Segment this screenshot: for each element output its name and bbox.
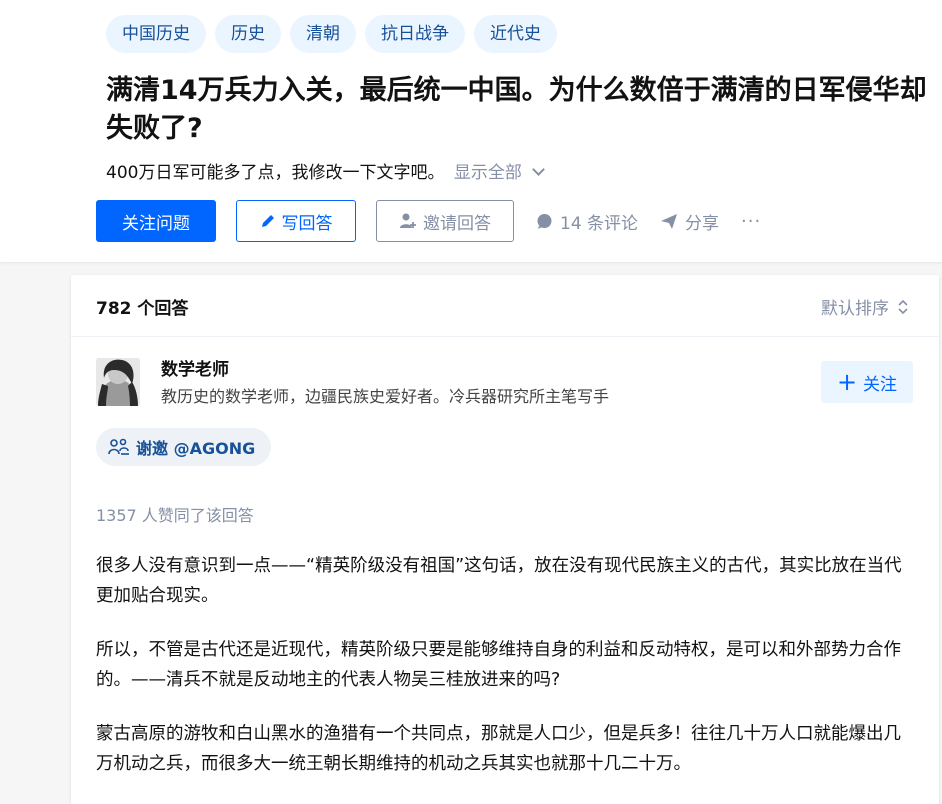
topic-tag[interactable]: 中国历史 [106,15,206,53]
show-all-label: 显示全部 [453,163,522,183]
sort-icon [898,299,908,314]
avatar[interactable] [96,358,140,406]
vote-count: 1357 人赞同了该回答 [96,506,254,525]
question-detail: 400万日军可能多了点，我修改一下文字吧。 显示全部 [106,160,545,186]
answer-paragraph: 所以，不管是古代还是近现代，精英阶级只要是能够维持自身的利益和反动特权，是可以和… [96,640,901,690]
topic-tags: 中国历史 历史 清朝 抗日战争 近代史 [106,15,557,53]
share-label: 分享 [685,213,720,234]
follow-author-label: 关注 [863,374,898,395]
pencil-icon [261,215,274,227]
question-detail-text: 400万日军可能多了点，我修改一下文字吧。 [106,163,445,183]
invite-thanks-tag[interactable]: 谢邀 @AGONG [96,428,272,466]
invite-answer-label: 邀请回答 [423,213,491,234]
write-answer-label: 写回答 [281,213,333,234]
answers-list-header: 782 个回答 默认排序 [71,275,939,337]
add-user-icon [400,213,416,228]
follow-author-button[interactable]: + 关注 [821,361,913,403]
question-title: 满清14万兵力入关，最后统一中国。为什么数倍于满清的日军侵华却失败了? [106,75,927,144]
author-name[interactable]: 数学老师 [161,355,229,380]
answer-paragraph: 很多人没有意识到一点——“精英阶级没有祖国”这句话，放在没有现代民族主义的古代，… [96,556,902,606]
answer-paragraph: 蒙古高原的游牧和白山黑水的渔猎有一个共同点，那就是人口少，但是兵多！往往几十万人… [96,724,901,774]
answer-count: 782 个回答 [96,299,189,319]
write-answer-button[interactable]: 写回答 [236,200,356,242]
comments-label: 14 条评论 [560,213,639,234]
invite-tag-label: 谢邀 @AGONG [136,439,256,458]
show-all-button[interactable]: 显示全部 [453,163,545,183]
more-button[interactable]: ··· [741,211,761,232]
invite-answer-button[interactable]: 邀请回答 [376,200,514,242]
topic-tag[interactable]: 清朝 [290,15,356,53]
chevron-down-icon [531,163,545,176]
question-actions: 关注问题 写回答 邀请回答 14 条评论 分享 ··· [96,200,761,242]
question-header: 中国历史 历史 清朝 抗日战争 近代史 满清14万兵力入关，最后统一中国。为什么… [0,0,942,262]
share-icon [661,213,678,229]
comments-button[interactable]: 14 条评论 [536,209,638,234]
avatar-image [96,358,140,406]
follow-question-button[interactable]: 关注问题 [96,200,216,242]
comment-icon [537,213,552,229]
topic-tag[interactable]: 历史 [215,15,281,53]
topic-tag[interactable]: 近代史 [474,15,557,53]
invite-icon [108,438,129,455]
sort-button[interactable]: 默认排序 [821,294,909,319]
share-button[interactable]: 分享 [660,209,719,234]
answer-card: 782 个回答 默认排序 数学老师 教历史的数学老师，边疆民族史爱好者。冷兵器研… [71,275,939,804]
answer-content: 很多人没有意识到一点——“精英阶级没有祖国”这句话，放在没有现代民族主义的古代，… [96,551,911,803]
sort-label: 默认排序 [821,299,889,319]
follow-question-label: 关注问题 [122,213,190,234]
plus-icon: + [836,368,858,396]
author-bio: 教历史的数学老师，边疆民族史爱好者。冷兵器研究所主笔写手 [161,387,610,406]
topic-tag[interactable]: 抗日战争 [365,15,465,53]
